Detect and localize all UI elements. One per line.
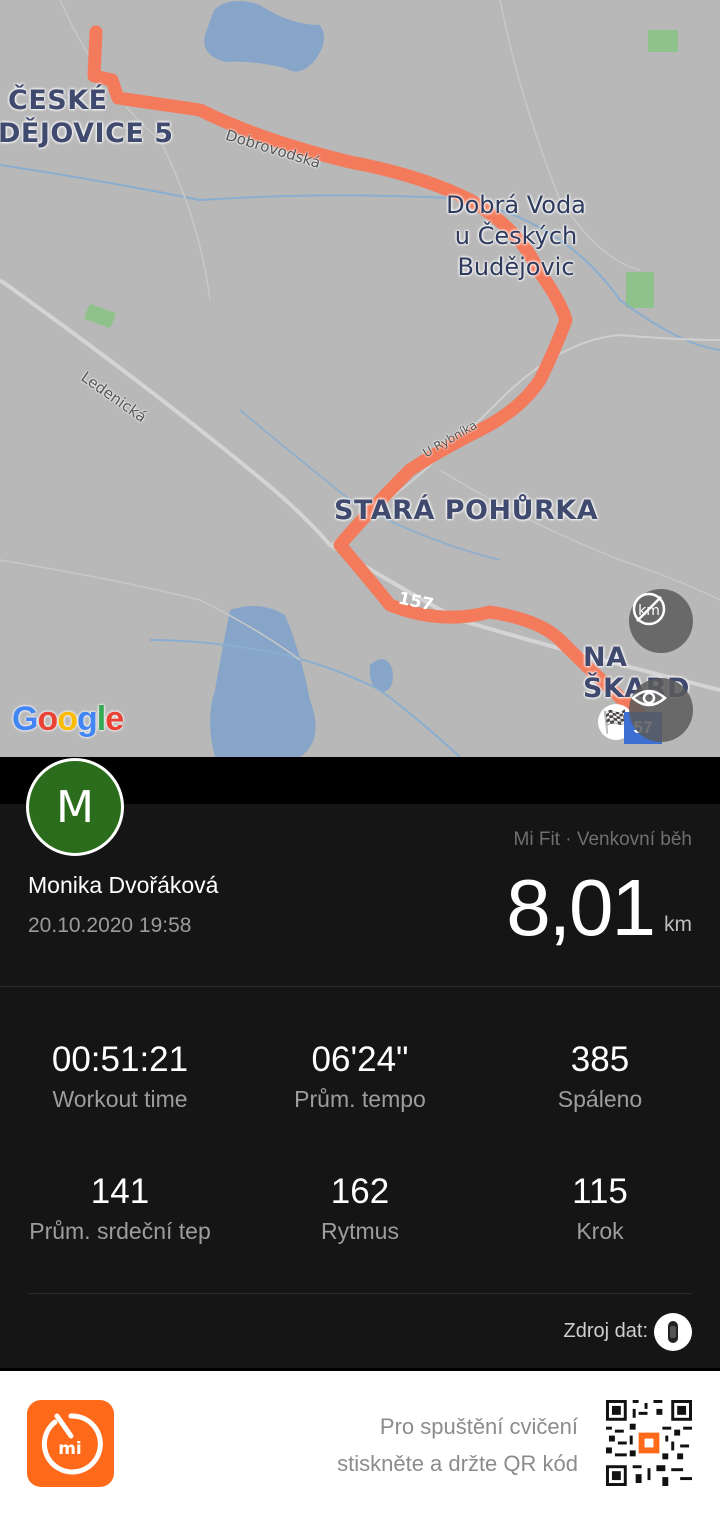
stat-value: 141: [90, 1172, 150, 1211]
stat-cadence: 162 Rytmus: [240, 1172, 480, 1245]
stat-stride: 115 Krok: [480, 1172, 720, 1245]
watch-icon: [654, 1313, 692, 1351]
eye-icon: [631, 689, 667, 707]
stat-label: Prům. tempo: [294, 1086, 426, 1112]
town-line-3: Budějovic: [457, 253, 575, 281]
stat-calories: 385 Spáleno: [480, 1040, 720, 1113]
google-logo: Google: [12, 700, 124, 738]
avatar[interactable]: M: [26, 758, 124, 856]
map-label-stara-pohurka: STARÁ POHŮRKA: [334, 495, 599, 526]
divider: [28, 1293, 692, 1294]
data-source-label: Zdroj dat:: [563, 1320, 648, 1342]
workout-datetime: 20.10.2020 19:58: [28, 914, 192, 937]
stat-value: 06'24": [311, 1040, 409, 1079]
map-label-budejovice: DĚJOVICE 5: [0, 118, 174, 149]
qr-instructions-line-2: stiskněte a držte QR kód: [337, 1451, 578, 1476]
workout-source: Mi Fit · Venkovní běh: [513, 829, 692, 850]
distance-markers-off-icon: km: [632, 592, 666, 626]
stat-label: Spáleno: [557, 1086, 643, 1112]
mi-fit-logo: mi: [27, 1400, 114, 1487]
stat-label: Prům. srdeční tep: [29, 1218, 211, 1244]
stat-value: 115: [572, 1172, 628, 1211]
stat-value: 162: [330, 1172, 390, 1211]
stat-value: 00:51:21: [51, 1040, 189, 1079]
town-line-2: u Českých: [454, 222, 578, 250]
stat-avg-heart-rate: 141 Prům. srdeční tep: [0, 1172, 240, 1245]
stat-label: Rytmus: [321, 1218, 399, 1244]
distance-unit: km: [664, 913, 692, 936]
qr-code[interactable]: [606, 1400, 692, 1486]
map-label-dobra-voda: Dobrá Voda u Českých Budějovic: [440, 190, 592, 283]
divider: [0, 986, 720, 987]
view-toggle-button[interactable]: [629, 678, 693, 742]
stat-label: Krok: [576, 1218, 624, 1244]
stat-value: 385: [570, 1040, 630, 1079]
svg-text:mi: mi: [58, 1439, 82, 1459]
user-name: Monika Dvořáková: [28, 872, 219, 898]
distance-value: 8,01: [506, 863, 656, 952]
qr-instructions-line-1: Pro spuštění cvičení: [379, 1414, 578, 1439]
route-map[interactable]: ČESKÉ DĚJOVICE 5 Dobrá Voda u Českých Bu…: [0, 0, 720, 757]
town-line-1: Dobrá Voda: [446, 191, 586, 219]
mi-fit-logo-icon: mi: [41, 1413, 103, 1475]
qr-instructions: Pro spuštění cvičení stiskněte a držte Q…: [337, 1408, 578, 1482]
stat-workout-time: 00:51:21 Workout time: [0, 1040, 240, 1113]
distance-markers-toggle-button[interactable]: km: [629, 589, 693, 653]
stat-avg-pace: 06'24" Prům. tempo: [240, 1040, 480, 1113]
stat-label: Workout time: [52, 1086, 188, 1112]
map-label-ceske: ČESKÉ: [8, 85, 108, 116]
